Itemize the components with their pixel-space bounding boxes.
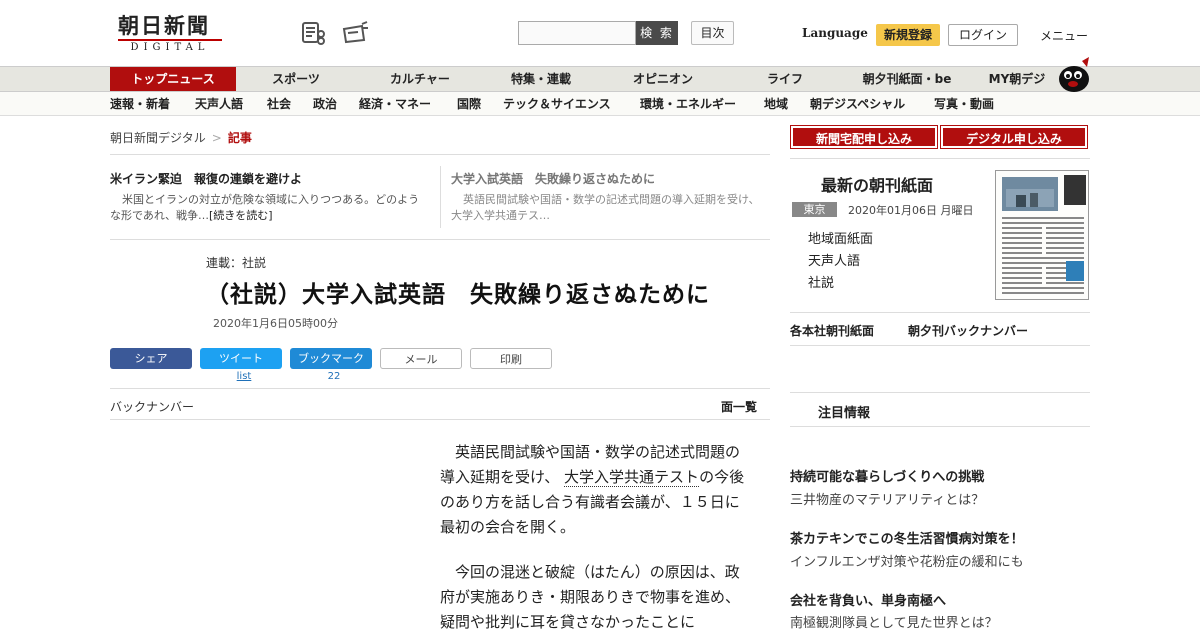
paragraph: 今回の混迷と破綻（はたん）の原因は、政府が実施ありき・期限ありきで物事を進め、疑…	[440, 560, 750, 630]
paper-link-tenseijingo[interactable]: 天声人語	[808, 250, 860, 269]
search-input[interactable]	[518, 21, 636, 45]
divider	[110, 154, 770, 155]
page-list-link[interactable]: 面一覧	[721, 398, 757, 415]
nav2-special[interactable]: 朝デジスペシャル	[810, 92, 905, 116]
article-date: 2020年1月6日05時00分	[213, 317, 338, 330]
search-button[interactable]: 検 索	[636, 21, 678, 45]
divider	[790, 158, 1090, 159]
print-button[interactable]: 印刷	[470, 348, 552, 369]
nav-top-news[interactable]: トップニュース	[110, 67, 236, 91]
nav-life[interactable]: ライフ	[752, 67, 818, 91]
subscribe-home-button[interactable]: 新聞宅配申し込み	[790, 125, 938, 149]
nav2-politics[interactable]: 政治	[313, 92, 337, 116]
login-button[interactable]: ログイン	[948, 24, 1018, 46]
read-more-link[interactable]: [続きを読む]	[209, 209, 273, 222]
divider	[440, 166, 441, 228]
related-title-2[interactable]: 大学入試英語 失敗繰り返さぬために	[451, 170, 655, 187]
language-link[interactable]: Language	[802, 26, 868, 40]
nav2-international[interactable]: 国際	[457, 92, 481, 116]
backnumber-paper-link[interactable]: 朝夕刊バックナンバー	[908, 322, 1028, 339]
nav-paper-be[interactable]: 朝夕刊紙面・be	[852, 67, 962, 91]
nav2-economy[interactable]: 経済・マネー	[359, 92, 431, 116]
series-label[interactable]: 連載：社説	[206, 254, 266, 271]
region-badge[interactable]: 東京	[792, 202, 837, 217]
divider	[790, 345, 1090, 346]
paragraph: 英語民間試験や国語・数学の記述式問題の導入延期を受け、 大学入学共通テストの今後…	[440, 440, 750, 540]
toc-button[interactable]: 目次	[691, 21, 734, 45]
article-headline: （社説）大学入試英語 失敗繰り返さぬために	[206, 281, 710, 308]
nav-my-asadigi[interactable]: MY朝デジ	[982, 67, 1052, 91]
divider	[110, 388, 770, 389]
twitter-share-button[interactable]: ツイート	[200, 348, 282, 369]
nav-culture[interactable]: カルチャー	[378, 67, 462, 91]
paper-link-editorial[interactable]: 社説	[808, 272, 834, 291]
nav-features[interactable]: 特集・連載	[500, 67, 582, 91]
nav2-photo-video[interactable]: 写真・動画	[934, 92, 994, 116]
breadcrumb-home[interactable]: 朝日新聞デジタル	[110, 131, 206, 145]
paper-delivery-icon[interactable]	[342, 20, 370, 46]
honsha-paper-link[interactable]: 各本社朝刊紙面	[790, 322, 874, 339]
paper-link-region[interactable]: 地域面紙面	[808, 228, 873, 247]
subscribe-digital-button[interactable]: デジタル申し込み	[940, 125, 1088, 149]
secondary-nav: 速報・新着 天声人語 社会 政治 経済・マネー 国際 テック＆サイエンス 環境・…	[0, 92, 1200, 116]
promo-subtitle[interactable]: 三井物産のマテリアリティとは？	[790, 489, 984, 508]
article-body: 英語民間試験や国語・数学の記述式問題の導入延期を受け、 大学入学共通テストの今後…	[440, 440, 750, 630]
nav2-environment[interactable]: 環境・エネルギー	[640, 92, 736, 116]
newspaper-thumbnail[interactable]	[995, 170, 1089, 300]
paragraph-text: 今回の混迷と破綻（はたん）の原因は、政府が実施ありき・期限ありきで物事を進め、疑…	[440, 563, 741, 630]
nav2-region[interactable]: 地域	[764, 92, 788, 116]
related-summary-2: 英語民間試験や国語・数学の記述式問題の導入延期を受け、大学入学共通テス…	[451, 193, 760, 222]
paper-date: 2020年01月06日 月曜日	[848, 204, 974, 217]
logo-sub: DIGITAL	[118, 39, 222, 53]
nav2-breaking[interactable]: 速報・新着	[110, 92, 170, 116]
attention-heading: 注目情報	[818, 406, 871, 421]
promo-title[interactable]: 持続可能な暮らしづくりへの挑戦	[790, 466, 984, 485]
bookmark-count: 22	[327, 371, 341, 382]
promo-subtitle[interactable]: 南極観測隊員として見た世界とは？	[790, 612, 998, 630]
newspaper-page-image	[996, 171, 1088, 299]
promo-title[interactable]: 会社を背負い、単身南極へ	[790, 590, 946, 609]
menu-button[interactable]: メニュー	[1040, 27, 1088, 44]
nav2-tenseijingo[interactable]: 天声人語	[195, 92, 243, 116]
divider	[110, 419, 770, 420]
breadcrumb-separator: >	[211, 131, 222, 145]
divider	[790, 312, 1090, 313]
nav-sports[interactable]: スポーツ	[260, 67, 332, 91]
bookmark-button[interactable]: ブックマーク	[290, 348, 372, 369]
mail-button[interactable]: メール	[380, 348, 462, 369]
divider	[110, 239, 770, 240]
nav2-tech-science[interactable]: テック＆サイエンス	[503, 92, 611, 116]
promo-title[interactable]: 茶カテキンでこの冬生活習慣病対策を！	[790, 528, 1024, 547]
primary-nav: トップニュース スポーツ カルチャー 特集・連載 オピニオン ライフ 朝夕刊紙面…	[0, 66, 1200, 92]
backnumber-link[interactable]: バックナンバー	[110, 398, 194, 415]
mascot-icon	[1059, 57, 1089, 92]
register-button[interactable]: 新規登録	[876, 24, 940, 46]
newspaper-icon[interactable]	[301, 20, 327, 46]
related-text-1: 米国とイランの対立が危険な領域に入りつつある。どのような形であれ、戦争…[続きを…	[110, 192, 426, 224]
nav2-society[interactable]: 社会	[267, 92, 291, 116]
nav-opinion[interactable]: オピニオン	[622, 67, 704, 91]
breadcrumb: 朝日新聞デジタル > 記事	[110, 129, 252, 146]
site-header: 朝日新聞 DIGITAL 検 索 目次 Language 新規登録 ログイン メ…	[0, 0, 1200, 66]
paper-title: 最新の朝刊紙面	[821, 176, 934, 195]
twitter-count[interactable]: list	[203, 371, 285, 382]
facebook-share-button[interactable]: シェア	[110, 348, 192, 369]
breadcrumb-current: 記事	[227, 131, 252, 145]
divider	[790, 392, 1090, 393]
related-title-1[interactable]: 米イラン緊迫 報復の連鎖を避けよ	[110, 170, 302, 187]
promo-subtitle[interactable]: インフルエンザ対策や花粉症の緩和にも	[790, 551, 1024, 570]
keyword-link[interactable]: 大学入学共通テスト	[564, 468, 700, 487]
divider	[790, 426, 1090, 427]
site-logo[interactable]: 朝日新聞 DIGITAL	[118, 14, 230, 54]
logo-main: 朝日新聞	[118, 13, 210, 38]
